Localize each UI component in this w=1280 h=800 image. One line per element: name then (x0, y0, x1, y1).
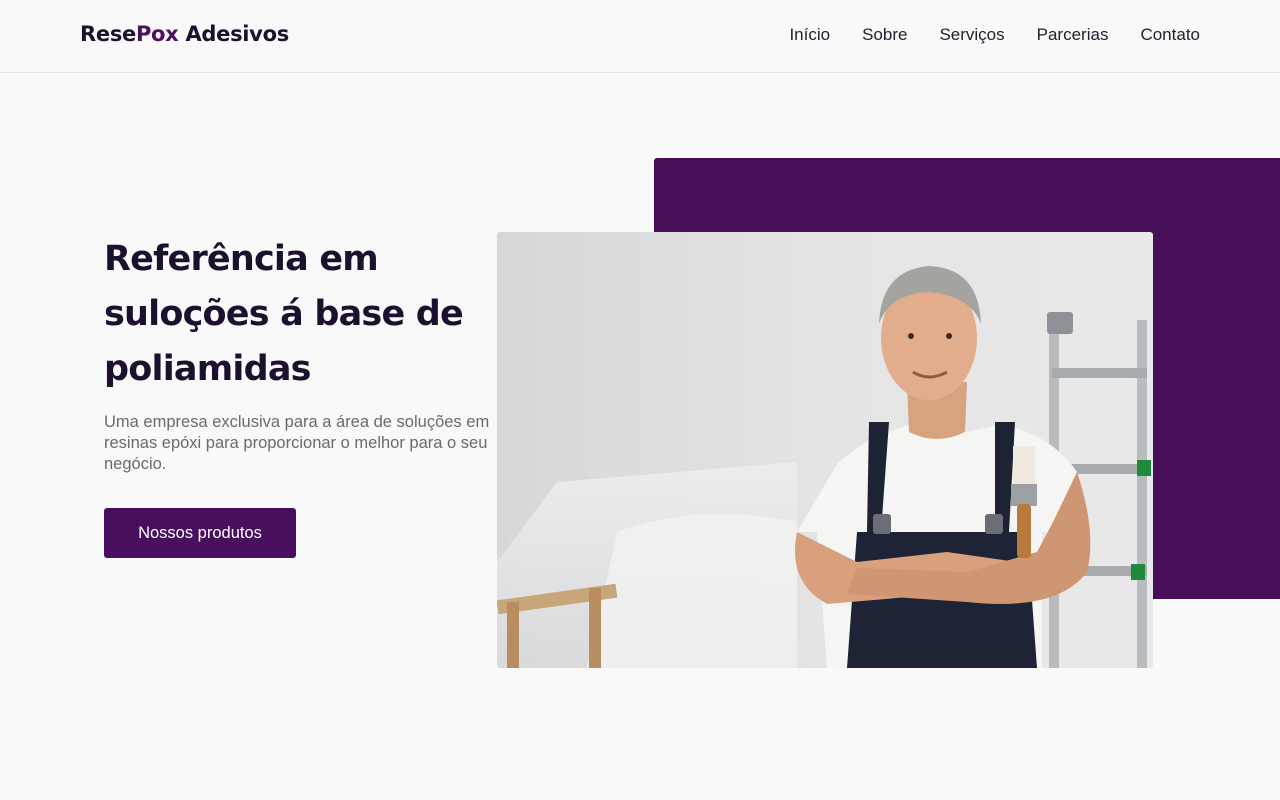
nav-link-parcerias[interactable]: Parcerias (1037, 25, 1109, 45)
brand-name-part1: Rese (80, 22, 136, 46)
products-button[interactable]: Nossos produtos (104, 508, 296, 558)
nav-link-sobre[interactable]: Sobre (862, 25, 907, 45)
worker-photo-icon (497, 232, 1153, 668)
nav-link-inicio[interactable]: Início (789, 25, 830, 45)
brand-logo[interactable]: ResePox Adesivos (80, 22, 289, 46)
hero-title: Referência em suloções á base de poliami… (104, 239, 464, 389)
site-header: ResePox Adesivos Início Sobre Serviços P… (0, 0, 1280, 73)
nav-link-servicos[interactable]: Serviços (939, 25, 1004, 45)
main-nav: Início Sobre Serviços Parcerias Contato (789, 25, 1200, 45)
brand-name-part3: Adesivos (178, 22, 289, 46)
hero-description: Uma empresa exclusiva para a área de sol… (104, 413, 490, 473)
brand-name-accent: Pox (135, 22, 179, 46)
hero-photo (497, 232, 1153, 668)
nav-link-contato[interactable]: Contato (1140, 25, 1200, 45)
